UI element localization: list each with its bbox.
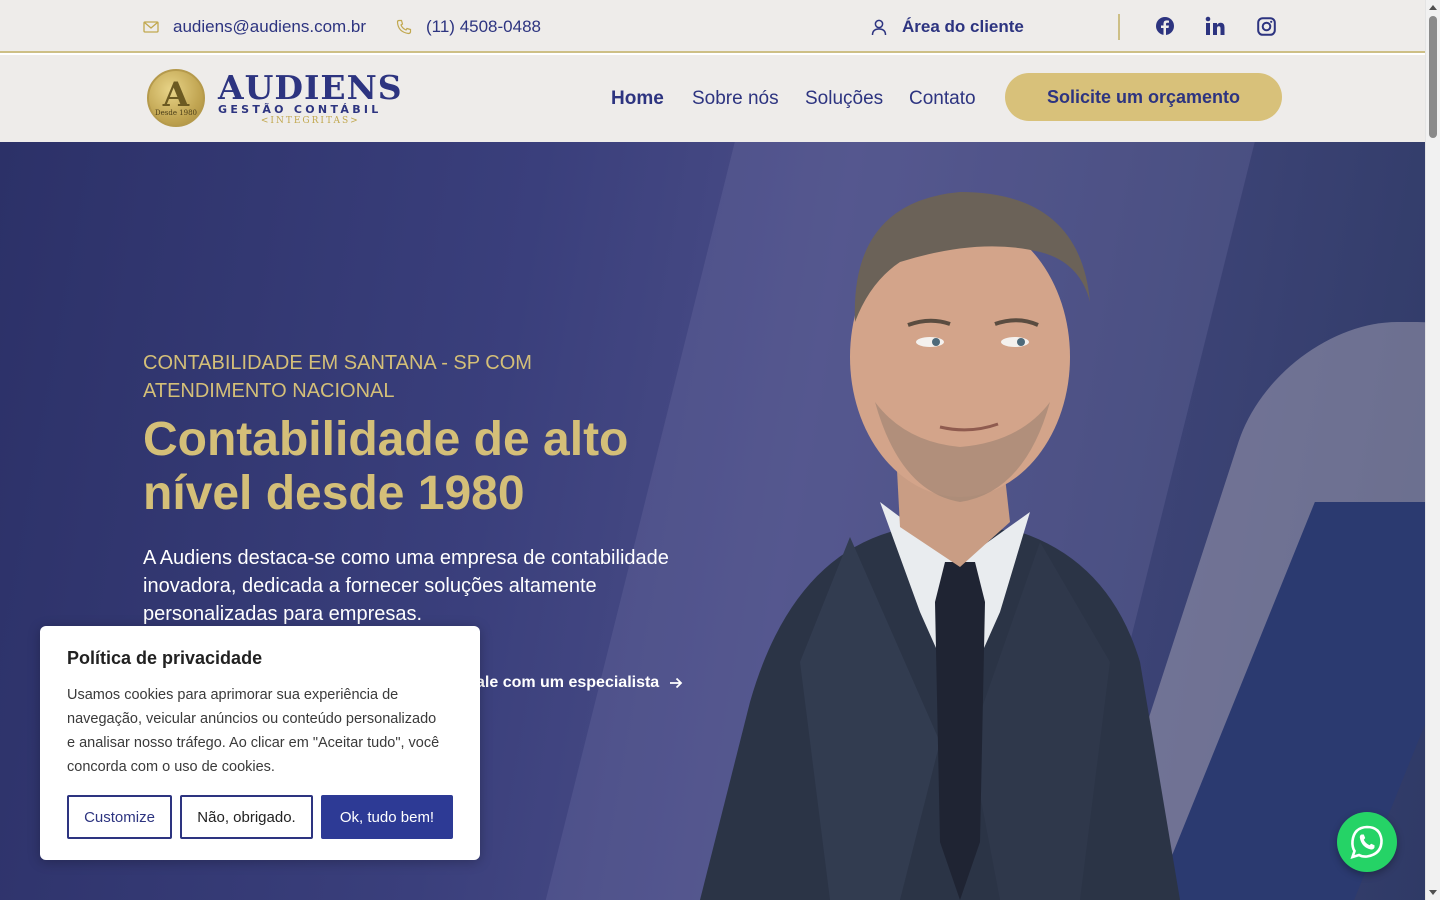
hero-person-image <box>700 192 1180 900</box>
cookie-accept-button[interactable]: Ok, tudo bem! <box>321 795 453 839</box>
phone-icon <box>396 19 412 34</box>
nav-solucoes[interactable]: Soluções <box>805 55 883 142</box>
main-header: A Desde 1980 AUDIENS GESTÃO CONTÁBIL <IN… <box>0 55 1425 142</box>
whatsapp-icon <box>1350 825 1383 859</box>
hero-headline: Contabilidade de alto nível desde 1980 <box>143 413 629 520</box>
facebook-link[interactable] <box>1154 15 1176 37</box>
talk-to-specialist-label: ale com um especialista <box>476 674 660 691</box>
mail-icon <box>143 20 159 33</box>
facebook-icon <box>1156 17 1174 36</box>
logo-mark-letter: A <box>162 75 190 115</box>
instagram-link[interactable] <box>1255 15 1277 37</box>
user-icon <box>871 19 887 35</box>
nav-home[interactable]: Home <box>611 55 664 142</box>
scroll-up-icon[interactable] <box>1429 5 1437 10</box>
cookie-text: Usamos cookies para aprimorar sua experi… <box>67 687 440 775</box>
logo-subtitle: GESTÃO CONTÁBIL <box>218 102 382 116</box>
client-area-label: Área do cliente <box>902 16 1024 36</box>
talk-to-specialist-link[interactable]: ale com um especialista <box>476 674 683 692</box>
client-area-link[interactable]: Área do cliente <box>870 0 1024 53</box>
scrollbar-thumb[interactable] <box>1429 16 1437 138</box>
linkedin-icon <box>1205 16 1225 35</box>
logo-brand: AUDIENS <box>218 67 403 107</box>
nav-sobre-nos[interactable]: Sobre nós <box>692 55 779 142</box>
scroll-down-icon[interactable] <box>1429 890 1437 895</box>
linkedin-link[interactable] <box>1204 15 1226 37</box>
top-contact-bar: audiens@audiens.com.br (11) 4508-0488 Ár… <box>0 0 1425 53</box>
whatsapp-button[interactable] <box>1337 812 1397 872</box>
cookie-title: Política de privacidade <box>67 648 263 668</box>
logo-mark-since: Desde 1980 <box>154 109 197 117</box>
cookie-decline-button[interactable]: Não, obrigado. <box>180 795 313 839</box>
divider <box>1118 14 1120 40</box>
cookie-customize-button[interactable]: Customize <box>67 795 172 839</box>
page-scrollbar[interactable] <box>1425 0 1440 900</box>
arrow-right-icon <box>670 677 683 689</box>
hero-eyebrow: CONTABILIDADE EM SANTANA - SP COM ATENDI… <box>143 352 532 402</box>
email-link[interactable]: audiens@audiens.com.br <box>143 0 366 53</box>
hero-lead-text: A Audiens destaca-se como uma empresa de… <box>143 547 669 625</box>
logo[interactable]: A Desde 1980 AUDIENS GESTÃO CONTÁBIL <IN… <box>147 69 403 127</box>
cookie-consent-dialog: Política de privacidade Usamos cookies p… <box>40 626 480 860</box>
logo-text: AUDIENS GESTÃO CONTÁBIL <INTEGRITAS> <box>218 71 403 126</box>
nav-contato[interactable]: Contato <box>909 55 976 142</box>
logo-mark: A Desde 1980 <box>147 69 205 127</box>
logo-tagline: <INTEGRITAS> <box>260 115 360 126</box>
phone-link[interactable]: (11) 4508-0488 <box>396 0 541 53</box>
instagram-icon <box>1256 16 1276 36</box>
email-text: audiens@audiens.com.br <box>173 16 367 36</box>
phone-text: (11) 4508-0488 <box>426 16 541 36</box>
request-quote-button[interactable]: Solicite um orçamento <box>1005 73 1282 121</box>
